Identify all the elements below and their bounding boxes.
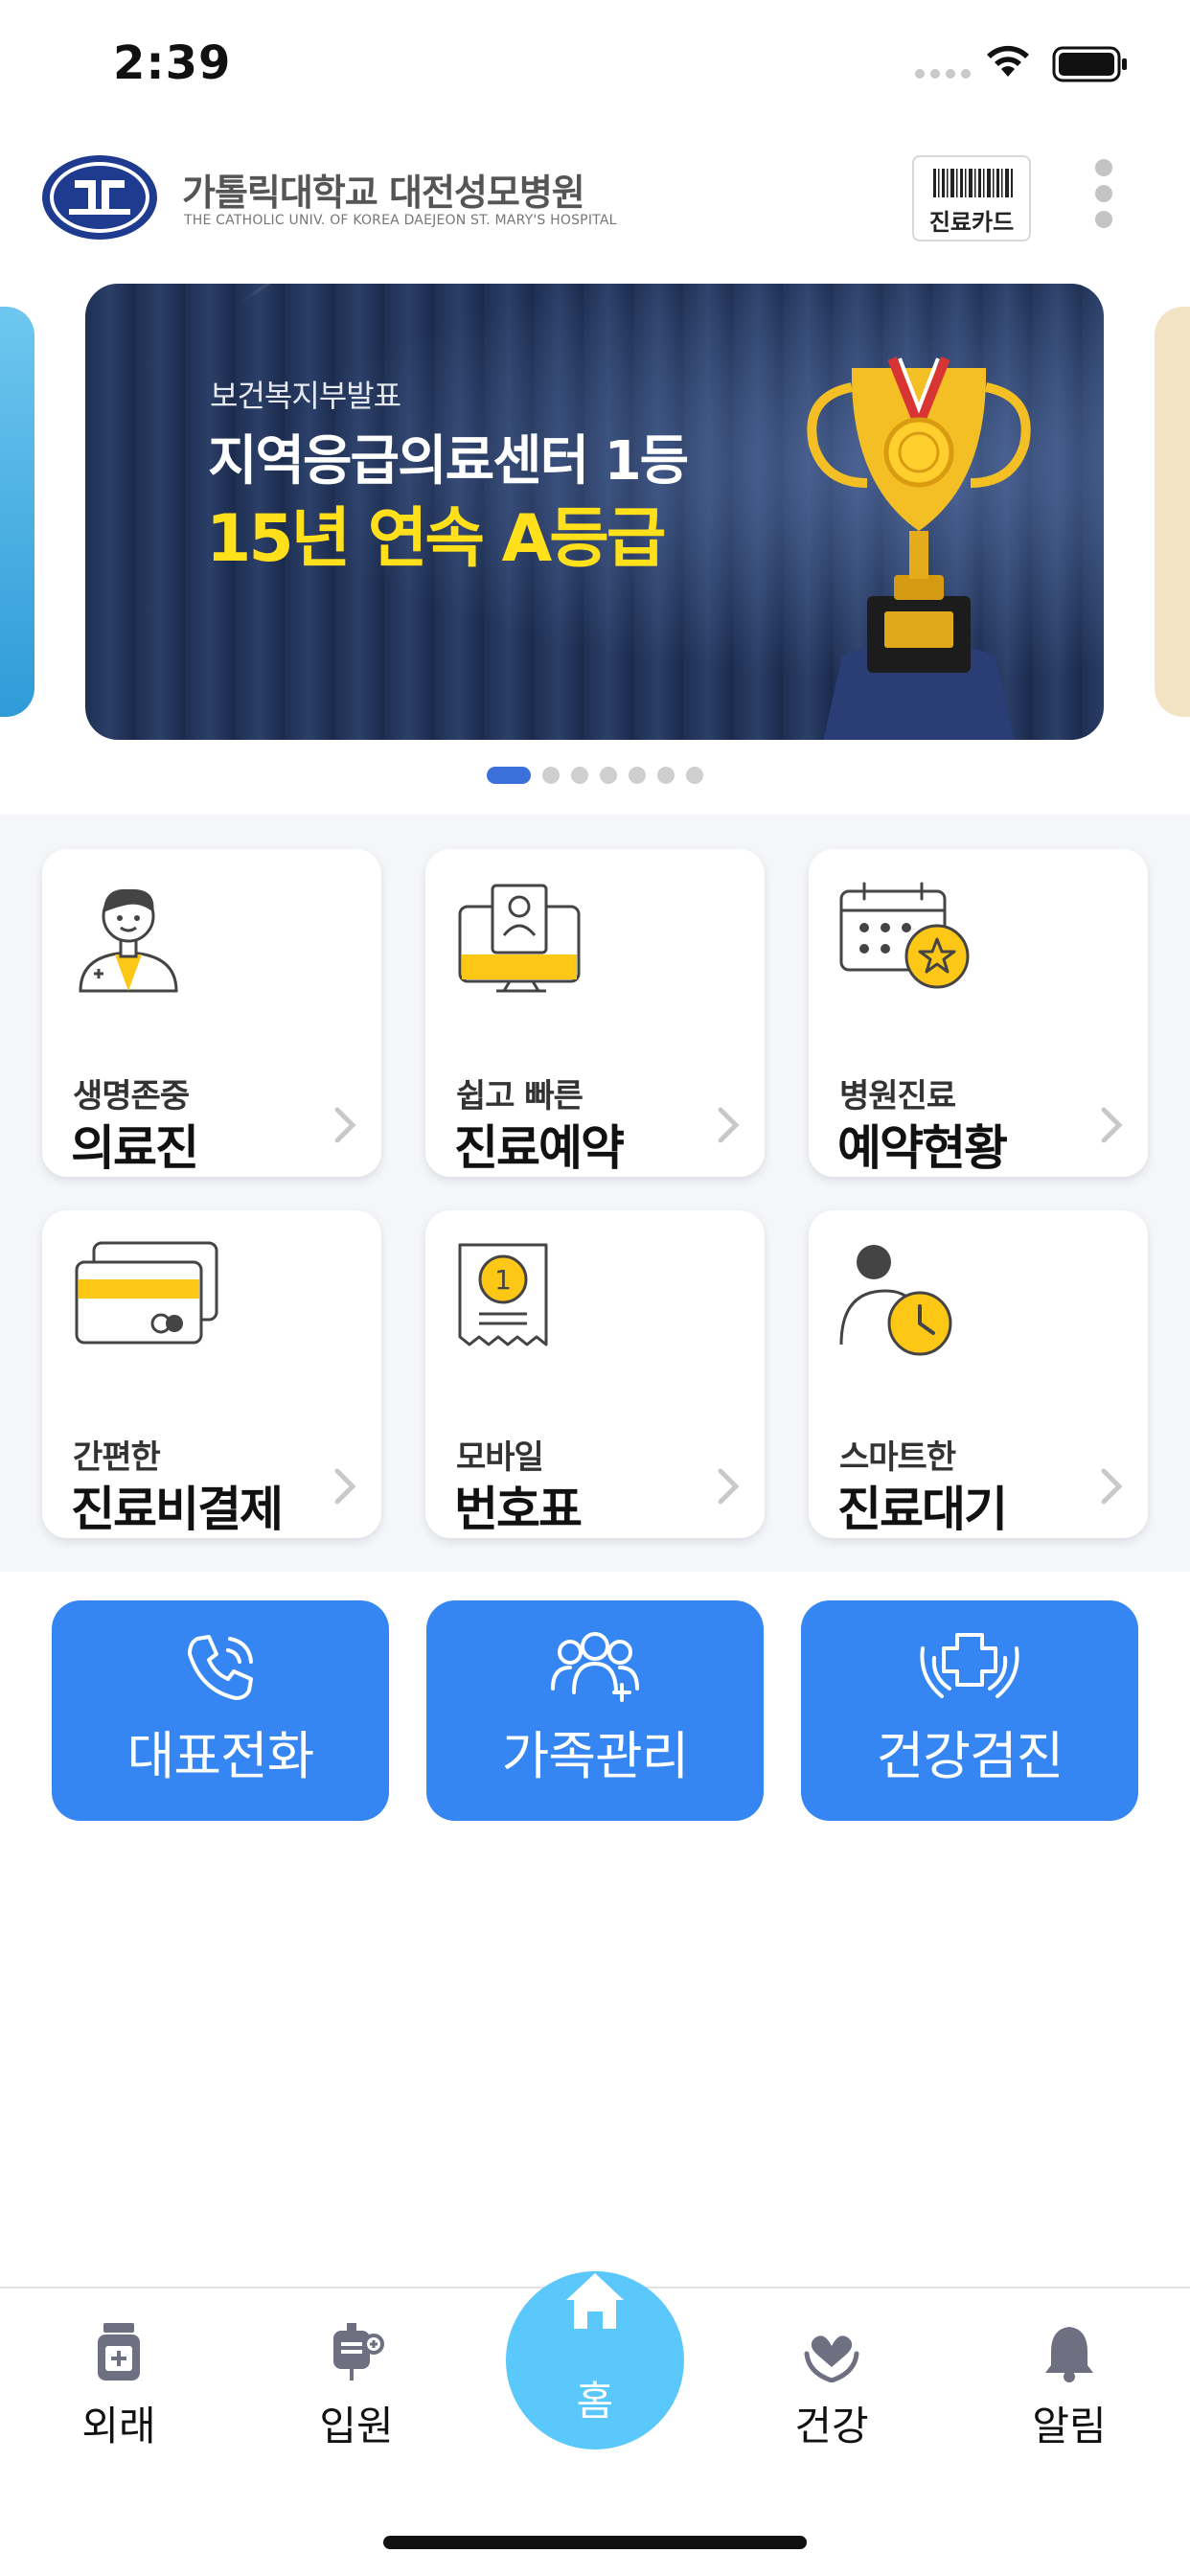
tab-label: 홈: [576, 2378, 614, 2425]
hospital-name-en: THE CATHOLIC UNIV. OF KOREA DAEJEON ST. …: [184, 213, 617, 228]
carousel-dot[interactable]: [571, 767, 588, 784]
tile-title: 진료예약: [454, 1120, 625, 1176]
home-icon: [566, 2273, 624, 2329]
hospital-logo-icon[interactable]: [40, 153, 159, 242]
chevron-right-icon: [334, 1468, 356, 1505]
ticket-number-icon: 1: [458, 1243, 548, 1346]
tab-label: 알림: [1032, 2403, 1107, 2450]
carousel-dot[interactable]: [629, 767, 646, 784]
carousel-dot[interactable]: [487, 767, 531, 784]
tab-label: 건강: [794, 2403, 869, 2450]
tab-outpatient[interactable]: 외래: [42, 2312, 195, 2452]
chevron-right-icon: [1101, 1107, 1123, 1143]
banner-kicker: 보건복지부발표: [210, 378, 401, 414]
more-menu-icon[interactable]: [1090, 159, 1117, 236]
battery-icon: [1052, 46, 1127, 82]
heart-hands-icon: [804, 2335, 859, 2382]
quick-action-label: 대표전화: [126, 1726, 315, 1786]
cellular-signal-icon: [915, 69, 971, 79]
quick-action-label: 건강검진: [876, 1726, 1064, 1786]
patient-card-button[interactable]: 진료카드: [912, 155, 1031, 242]
chevron-right-icon: [334, 1107, 356, 1143]
trophy-icon: [807, 356, 1031, 740]
calendar-star-icon: [839, 882, 970, 989]
chevron-right-icon: [1101, 1468, 1123, 1505]
svg-text:1: 1: [494, 1264, 512, 1296]
next-banner-peek[interactable]: [1155, 307, 1190, 717]
bell-icon: [1045, 2327, 1093, 2382]
banner-carousel[interactable]: 보건복지부발표 지역응급의료센터 1등 15년 연속 A등급: [0, 284, 1190, 744]
credit-card-icon: [75, 1241, 218, 1345]
person-clock-icon: [839, 1245, 952, 1356]
menu-grid: 생명존중 의료진 쉽고 빠른 진료예약 병원진료 예약현황 간편한 진료비결제 …: [0, 815, 1190, 1572]
tile-title: 의료진: [71, 1120, 199, 1176]
tab-label: 외래: [81, 2403, 156, 2450]
main-phone-button[interactable]: 대표전화: [52, 1600, 389, 1821]
barcode-icon: [933, 169, 1013, 197]
hospital-name: 가톨릭대학교 대전성모병원: [182, 172, 585, 214]
carousel-dot[interactable]: [600, 767, 617, 784]
wifi-icon: [987, 45, 1029, 77]
tile-medical-staff[interactable]: 생명존중 의료진: [42, 849, 381, 1177]
banner-headline: 지역응급의료센터 1등: [208, 430, 689, 493]
tab-label: 입원: [319, 2403, 394, 2450]
app-header: 가톨릭대학교 대전성모병원 THE CATHOLIC UNIV. OF KORE…: [0, 134, 1190, 278]
banner-highlight: 15년 연속 A등급: [206, 501, 666, 577]
tile-waiting[interactable]: 스마트한 진료대기: [809, 1210, 1148, 1538]
tab-notifications[interactable]: 알림: [993, 2312, 1146, 2452]
phone-icon: [188, 1635, 253, 1700]
tile-title: 진료대기: [837, 1482, 1008, 1537]
family-management-button[interactable]: 가족관리: [426, 1600, 764, 1821]
medicine-bottle-icon: [98, 2323, 140, 2380]
quick-action-label: 가족관리: [501, 1726, 690, 1786]
home-indicator: [383, 2536, 807, 2549]
doctor-icon: [79, 888, 178, 993]
tile-reservation-status[interactable]: 병원진료 예약현황: [809, 849, 1148, 1177]
carousel-pagination[interactable]: [487, 767, 703, 784]
tile-title: 번호표: [454, 1482, 583, 1537]
banner-slide[interactable]: 보건복지부발표 지역응급의료센터 1등 15년 연속 A등급: [85, 284, 1104, 740]
tab-health[interactable]: 건강: [755, 2312, 908, 2452]
status-bar: 2:39: [0, 0, 1190, 134]
tile-title: 진료비결제: [71, 1482, 284, 1537]
chevron-right-icon: [718, 1107, 740, 1143]
care-hands-icon: [920, 1633, 1019, 1698]
tile-queue-number[interactable]: 1 모바일 번호표: [425, 1210, 765, 1538]
family-icon: [551, 1632, 639, 1702]
tab-inpatient[interactable]: 입원: [280, 2312, 433, 2452]
carousel-dot[interactable]: [657, 767, 675, 784]
iv-bag-icon: [333, 2323, 384, 2380]
tile-title: 예약현황: [837, 1120, 1008, 1176]
previous-banner-peek[interactable]: [0, 307, 34, 717]
light-streak: [238, 284, 648, 306]
health-checkup-button[interactable]: 건강검진: [801, 1600, 1138, 1821]
tile-appointment[interactable]: 쉽고 빠른 진료예약: [425, 849, 765, 1177]
patient-card-label: 진료카드: [928, 209, 1015, 236]
status-time: 2:39: [113, 36, 232, 90]
carousel-dot[interactable]: [686, 767, 703, 784]
chevron-right-icon: [718, 1468, 740, 1505]
bottom-tab-bar: 외래 입원 홈 건강 알림: [0, 2271, 1190, 2576]
tab-home[interactable]: 홈: [506, 2271, 684, 2450]
monitor-profile-icon: [458, 884, 581, 993]
tile-payment[interactable]: 간편한 진료비결제: [42, 1210, 381, 1538]
carousel-dot[interactable]: [542, 767, 560, 784]
